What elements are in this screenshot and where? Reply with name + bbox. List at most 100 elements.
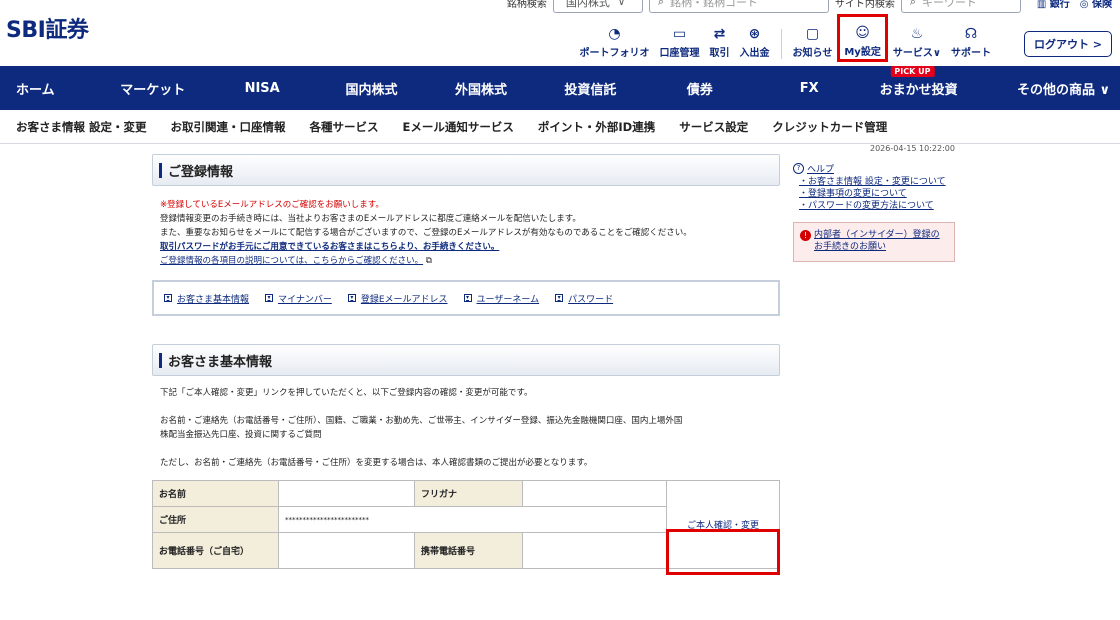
stock-search-label: 銘柄検索 [506, 0, 547, 10]
trade-button[interactable]: ⇄ 取引 [705, 26, 735, 62]
site-search-input[interactable]: ⌕ キーワード [900, 0, 1021, 13]
anchor-link-box: ▾ お客さま基本情報 ▾ マイナンバー ▾ 登録Eメールアドレス ▾ ユーザーネーム ▾… [152, 280, 780, 316]
user-icon: ☺ [855, 25, 870, 41]
search-icon: ⌕ [909, 0, 917, 8]
portfolio-icon: ◔ [608, 26, 621, 42]
highlight-box [666, 529, 780, 575]
name-label: お名前 [152, 480, 279, 507]
jump-icon: ▾ [463, 294, 472, 302]
portfolio-button[interactable]: ◔ ポートフォリオ [575, 26, 655, 62]
registration-notice: ※登録しているEメールアドレスのご確認をお願いします。 登録情報変更のお手続き時… [152, 198, 780, 268]
table-row: お名前 フリガナ ご本人確認・変更 [152, 480, 780, 569]
quick-links: ▥ 銀行 ◎ 保険 [1037, 0, 1112, 10]
my-settings-button[interactable]: ☺ My設定 [837, 14, 888, 62]
anchor-my-number[interactable]: ▾ マイナンバー [265, 292, 332, 305]
message-icon: ▢ [805, 26, 820, 42]
address-value: ************************ [278, 506, 667, 533]
insurance-link[interactable]: ◎ 保険 [1080, 0, 1112, 10]
basic-info-description: 下記「ご本人確認・変更」リンクを押していただくと、以下ご登録内容の確認・変更が可… [152, 386, 780, 470]
anchor-username[interactable]: ▾ ユーザーネーム [463, 292, 539, 305]
pickup-badge: PICK UP [890, 65, 935, 77]
side-help: ? ヘルプ ・お客さま情報 設定・変更について ・登録事項の変更について ・パスワ… [793, 162, 955, 262]
header-divider [780, 29, 782, 59]
subnav-customer-info[interactable]: お客さま情報 設定・変更 [16, 119, 147, 135]
jump-icon: ▾ [164, 294, 172, 302]
address-label: ご住所 [152, 506, 279, 533]
search-row: 銘柄検索 国内株式 ∨ ⌕ 銘柄・銘柄コード サイト内検索 ⌕ キーワード ▥ 銀行 … [507, 0, 1120, 14]
site-search-label: サイト内検索 [834, 0, 895, 10]
search-icon: ⌕ [657, 0, 665, 8]
subnav-service-settings[interactable]: サービス設定 [679, 119, 748, 135]
main-nav: ホーム マーケット NISA 国内株式 外国株式 投資信託 債券 FX PICK… [0, 65, 1120, 110]
account-icon: ▭ [672, 26, 687, 42]
side-link-password-change[interactable]: ・パスワードの変更方法について [793, 200, 955, 212]
notice-button[interactable]: ▢ お知らせ [788, 26, 838, 62]
insider-registration-link[interactable]: 内部者（インサイダー）登録のお手続きのお願い [814, 229, 948, 253]
headset-icon: ☊ [964, 26, 978, 42]
services-button[interactable]: ♨ サービス∨ [888, 26, 946, 62]
anchor-password[interactable]: ▾ パスワード [555, 292, 613, 305]
sub-nav: お客さま情報 設定・変更 お取引関連・口座情報 各種サービス Eメール通知サービ… [0, 110, 1120, 144]
subnav-trade-account[interactable]: お取引関連・口座情報 [171, 119, 286, 135]
support-button[interactable]: ☊ サポート [946, 26, 996, 62]
top-header: SBI証券 銘柄検索 国内株式 ∨ ⌕ 銘柄・銘柄コード サイト内検索 ⌕ キーワード… [0, 0, 1120, 66]
email-check-warning: ※登録しているEメールアドレスのご確認をお願いします。 [160, 200, 384, 210]
basic-text-2: お名前・ご連絡先（お電話番号・ご住所）、国籍、ご職業・お勤め先、ご世帯主、インサ… [160, 416, 683, 426]
account-button[interactable]: ▭ 口座管理 [655, 26, 705, 62]
nav-robo-advisor[interactable]: PICK UP おまかせ投資 [864, 65, 973, 98]
basic-text-4: ただし、お名前・ご連絡先（お電話番号・ご住所）を変更する場合は、本人確認書類のご… [160, 458, 593, 468]
anchor-email[interactable]: ▾ 登録Eメールアドレス [347, 292, 448, 305]
side-link-customer-info[interactable]: ・お客さま情報 設定・変更について [793, 176, 955, 188]
furigana-value [522, 480, 667, 507]
nav-market[interactable]: マーケット [98, 79, 207, 98]
main-column: ご登録情報 ※登録しているEメールアドレスのご確認をお願いします。 登録情報変更… [152, 144, 780, 575]
subnav-points-id[interactable]: ポイント・外部ID連携 [538, 119, 655, 135]
service-icon: ♨ [910, 26, 924, 42]
sbi-logo[interactable]: SBI証券 [6, 12, 89, 44]
side-link-registration-change[interactable]: ・登録事項の変更について [793, 188, 955, 200]
subnav-email-notify[interactable]: Eメール通知サービス [403, 119, 514, 135]
basic-info-heading: お客さま基本情報 [152, 344, 780, 376]
nav-bonds[interactable]: 債券 [645, 79, 754, 98]
chevron-down-icon: ∨ [932, 48, 941, 59]
notice-line-1: 登録情報変更のお手続き時には、当社よりお客さまのEメールアドレスに都度ご連絡メー… [160, 214, 581, 224]
basic-text-1: 下記「ご本人確認・変更」リンクを押していただくと、以下ご登録内容の確認・変更が可… [160, 388, 533, 398]
jump-icon: ▾ [555, 294, 564, 302]
phone-label: お電話番号（ご自宅） [152, 532, 279, 569]
nav-foreign-stocks[interactable]: 外国株式 [426, 79, 535, 98]
nav-other-products[interactable]: その他の商品 ∨ [973, 79, 1120, 98]
stock-search-input[interactable]: ⌕ 銘柄・銘柄コード [648, 0, 829, 13]
help-icon: ? [793, 163, 804, 174]
alert-icon: ! [800, 230, 811, 241]
registration-heading: ご登録情報 [152, 154, 780, 186]
help-link[interactable]: ? ヘルプ [793, 162, 955, 175]
market-select[interactable]: 国内株式 ∨ [552, 0, 643, 13]
basic-text-3: 株配当金振込先口座、投資に関するご質問 [160, 430, 322, 440]
bank-link[interactable]: ▥ 銀行 [1037, 0, 1070, 10]
anchor-basic-info[interactable]: ▾ お客さま基本情報 [164, 292, 249, 305]
subnav-services[interactable]: 各種サービス [310, 119, 379, 135]
jump-icon: ▾ [347, 294, 356, 302]
insider-alert-box: ! 内部者（インサイダー）登録のお手続きのお願い [793, 222, 955, 262]
password-procedure-link[interactable]: 取引パスワードがお手元にご用意できているお客さまはこちらより、お手続きください。 [160, 240, 780, 254]
nav-investment-trusts[interactable]: 投資信託 [536, 79, 645, 98]
logout-button[interactable]: ログアウト > [1023, 31, 1112, 57]
deposit-button[interactable]: ⊛ 入出金 [735, 26, 775, 62]
subnav-credit-card[interactable]: クレジットカード管理 [772, 119, 887, 135]
nav-domestic-stocks[interactable]: 国内株式 [317, 79, 426, 98]
heading-bar [159, 162, 162, 178]
bank-icon: ▥ [1036, 0, 1047, 10]
mobile-value [522, 532, 667, 569]
nav-home[interactable]: ホーム [0, 79, 98, 98]
phone-value [278, 532, 415, 569]
nav-fx[interactable]: FX [754, 81, 863, 96]
money-icon: ⊛ [748, 26, 761, 42]
name-value [278, 480, 415, 507]
heading-bar [159, 352, 162, 368]
timestamp: 2026-04-15 10:22:00 [870, 144, 955, 153]
nav-nisa[interactable]: NISA [207, 81, 316, 96]
item-explanation-link[interactable]: ご登録情報の各項目の説明については、こちらからご確認ください。 [160, 256, 423, 266]
jump-icon: ▾ [265, 294, 274, 302]
